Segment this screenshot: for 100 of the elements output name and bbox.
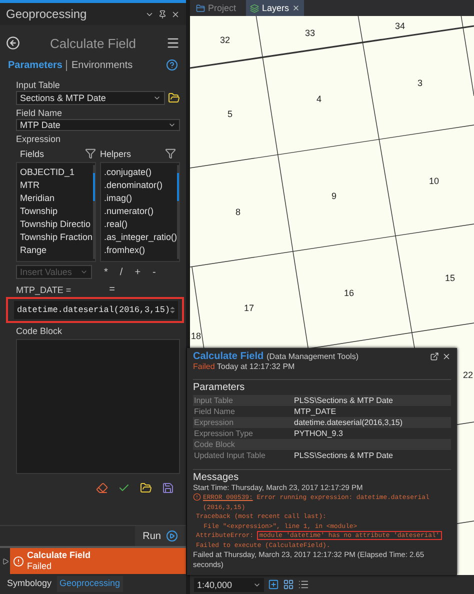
section-number: 9 bbox=[332, 191, 336, 201]
field-name-dropdown[interactable]: MTP Date bbox=[16, 119, 180, 131]
input-table-dropdown[interactable]: Sections & MTP Date bbox=[16, 91, 165, 105]
eraser-icon[interactable] bbox=[96, 482, 108, 494]
grid-icon[interactable] bbox=[283, 579, 294, 590]
list-item[interactable]: Township Fraction bbox=[20, 231, 93, 244]
parameter-value: PLSS\Sections & MTP Date bbox=[294, 451, 394, 460]
section-number: 10 bbox=[429, 176, 439, 186]
parameter-name: Input Table bbox=[194, 396, 234, 405]
parameter-name: Expression Type bbox=[194, 429, 254, 438]
column-header: Fields bbox=[20, 148, 44, 158]
expression-field[interactable]: datetime.dateserial(2016,3,15) bbox=[14, 301, 178, 319]
menu-icon[interactable] bbox=[166, 36, 180, 50]
operator-button[interactable]: + bbox=[134, 266, 141, 278]
scale-dropdown[interactable]: 1:40,000 bbox=[194, 578, 264, 592]
panel-title: Geoprocessing bbox=[6, 7, 88, 21]
folder-icon[interactable] bbox=[140, 482, 152, 494]
caret-icon bbox=[80, 268, 88, 276]
parameter-name: Expression bbox=[194, 418, 235, 427]
tool-title: Calculate Field bbox=[49, 36, 137, 50]
list-item[interactable]: .real() bbox=[104, 218, 178, 231]
section-number: 3 bbox=[418, 78, 422, 88]
expand-icon[interactable] bbox=[2, 558, 8, 564]
section-number: 4 bbox=[316, 94, 322, 104]
operator-button[interactable]: = bbox=[109, 284, 115, 294]
field-label: Expression bbox=[16, 134, 62, 145]
close-icon[interactable] bbox=[171, 10, 180, 18]
caret-icon bbox=[153, 94, 161, 102]
parameter-value: datetime.dateserial(2016,3,15) bbox=[294, 418, 404, 427]
close-icon[interactable] bbox=[292, 4, 300, 12]
section-number: 5 bbox=[228, 109, 232, 119]
field-label: Input Table bbox=[16, 80, 61, 91]
alert-icon bbox=[13, 556, 24, 566]
list-item[interactable]: .denominator() bbox=[104, 179, 178, 192]
layers-icon bbox=[250, 4, 260, 12]
spinner-icon[interactable] bbox=[170, 305, 175, 315]
popup-title: Calculate Field bbox=[193, 351, 264, 362]
tab[interactable]: Geoprocessing bbox=[56, 576, 124, 592]
status-title: Calculate Field bbox=[27, 550, 91, 561]
list-item[interactable]: .imag() bbox=[104, 192, 178, 205]
tab[interactable]: Layers bbox=[246, 0, 304, 16]
list-item[interactable]: Township Directio bbox=[20, 218, 93, 231]
list-item[interactable]: Township bbox=[20, 205, 93, 218]
error-icon bbox=[193, 493, 201, 501]
section-number: 18 bbox=[191, 331, 201, 341]
filter-icon[interactable] bbox=[165, 148, 176, 159]
operator-button[interactable]: * bbox=[104, 266, 108, 278]
list-item[interactable]: .fromhex() bbox=[104, 244, 178, 257]
section-heading: Parameters bbox=[193, 379, 451, 393]
external-link-icon[interactable] bbox=[430, 352, 439, 361]
list-item[interactable]: Range bbox=[20, 244, 93, 257]
save-icon[interactable] bbox=[162, 482, 174, 494]
field-label: Code Block bbox=[16, 326, 64, 337]
operator-button[interactable]: - bbox=[152, 266, 156, 278]
section-number: 34 bbox=[395, 21, 405, 31]
parameter-name: Code Block bbox=[194, 440, 236, 449]
tab[interactable]: Symbology bbox=[4, 576, 55, 592]
folder-icon[interactable] bbox=[168, 92, 180, 104]
add-icon[interactable] bbox=[268, 579, 279, 590]
tab[interactable]: Parameters bbox=[8, 60, 62, 70]
help-icon[interactable] bbox=[166, 59, 178, 71]
section-number: 33 bbox=[305, 28, 315, 38]
play-icon bbox=[166, 530, 178, 542]
list-icon[interactable] bbox=[298, 579, 309, 590]
section-number: 15 bbox=[445, 273, 455, 283]
back-icon[interactable] bbox=[6, 36, 20, 50]
parameter-value: PYTHON_9.3 bbox=[294, 429, 344, 438]
caret-icon bbox=[168, 121, 176, 129]
tab[interactable]: Environments bbox=[71, 60, 133, 70]
run-button[interactable]: Run bbox=[134, 526, 186, 546]
parameter-name: Field Name bbox=[194, 407, 236, 416]
run-status: Failed Today at 12:17:32 PM bbox=[193, 362, 296, 371]
status-text: Failed bbox=[27, 561, 53, 572]
list-item[interactable]: .conjugate() bbox=[104, 166, 178, 179]
section-number: 17 bbox=[244, 303, 254, 313]
section-number: 22 bbox=[463, 370, 473, 380]
list-item[interactable]: OBJECTID_1 bbox=[20, 166, 93, 179]
operator-button[interactable]: / bbox=[120, 266, 123, 278]
list-item[interactable]: MTR bbox=[20, 179, 93, 192]
check-icon[interactable] bbox=[118, 482, 130, 494]
code-block-field[interactable] bbox=[16, 339, 180, 474]
parameter-value: PLSS\Sections & MTP Date bbox=[294, 396, 394, 405]
expression-target: MTP_DATE = bbox=[16, 285, 72, 296]
list-item[interactable]: Meridian bbox=[20, 192, 93, 205]
list-item[interactable]: .numerator() bbox=[104, 205, 178, 218]
status-banner[interactable]: Calculate Field Failed bbox=[10, 548, 186, 574]
list-item[interactable]: .as_integer_ratio() bbox=[104, 231, 178, 244]
parameter-name: Updated Input Table bbox=[194, 451, 266, 460]
section-heading: Messages bbox=[193, 469, 451, 483]
section-number: 16 bbox=[344, 288, 354, 298]
field-label: Field Name bbox=[16, 108, 64, 119]
section-number: 8 bbox=[236, 207, 240, 217]
popup-subtitle: (Data Management Tools) bbox=[266, 352, 360, 361]
close-icon[interactable] bbox=[442, 352, 451, 361]
pin-icon[interactable] bbox=[158, 10, 167, 18]
folder-icon bbox=[196, 4, 205, 12]
filter-icon[interactable] bbox=[85, 148, 96, 159]
tab[interactable]: Project bbox=[192, 0, 240, 16]
parameter-value: MTP_DATE bbox=[294, 407, 338, 416]
section-number: 32 bbox=[220, 35, 230, 45]
